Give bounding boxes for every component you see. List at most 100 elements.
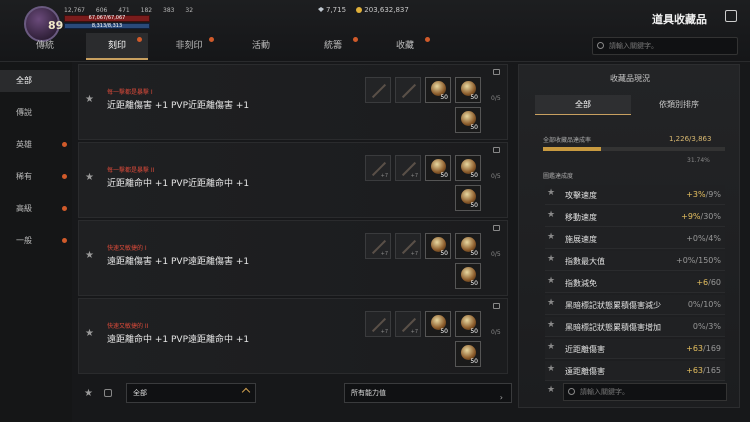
tab-label: 統籌 (323, 41, 342, 51)
item-slot[interactable]: +7 (365, 155, 391, 181)
sidebar-item-1[interactable]: 傳說 (0, 102, 70, 124)
stat-value: 471 (118, 7, 130, 14)
lock-icon[interactable] (493, 147, 500, 153)
material-slot[interactable]: 50 (425, 77, 451, 103)
lock-icon[interactable] (493, 69, 500, 75)
coin-icon (356, 7, 363, 13)
item-slot[interactable]: +7 (395, 155, 421, 181)
stat-max: /30% (700, 212, 721, 221)
collection-list: ★ 每一擊都是暴擊 I 近距離傷害 +1 PVP近距離傷害 +1 0/5 50 50 50 ★… (78, 64, 514, 376)
tab-3[interactable]: 活動 (230, 33, 292, 60)
star-icon[interactable]: ★ (84, 388, 93, 399)
sidebar-item-2[interactable]: 英雄 (0, 134, 70, 156)
enhance-level: +7 (380, 251, 388, 257)
stat-max: /4% (705, 234, 721, 243)
stat-row[interactable]: ★ 黑暗標記狀態累積傷害增加 0%/3% (545, 317, 725, 337)
grade-filter-select[interactable]: 全部 (126, 383, 256, 403)
sidebar-item-3[interactable]: 稀有 (0, 166, 70, 188)
stat-name: 施展速度 (565, 235, 597, 244)
star-icon[interactable]: ★ (547, 188, 555, 198)
stat-current: +0% (686, 234, 706, 243)
close-icon[interactable] (725, 10, 737, 22)
collection-card[interactable]: ★ 快速又敏捷的 II 遠距離命中 +1 PVP遠距離命中 +1 0/5 +7 +7 50 5… (78, 298, 508, 374)
search-input[interactable]: 請輸入關鍵字。 (592, 37, 738, 55)
lock-icon[interactable] (104, 389, 112, 397)
star-icon[interactable]: ★ (547, 385, 555, 395)
stat-max: /60 (708, 278, 721, 287)
panel-search-input[interactable]: 請輸入關鍵字。 (563, 383, 727, 401)
tab-4[interactable]: 統籌 (302, 33, 364, 60)
material-slot[interactable]: 50 (425, 233, 451, 259)
material-slot[interactable]: 50 (455, 341, 481, 367)
material-slot[interactable]: 50 (455, 263, 481, 289)
star-icon[interactable]: ★ (85, 172, 94, 183)
game-window: 89 12,767 606 471 182 383 32 67,067/67,0… (0, 0, 750, 422)
item-slot[interactable]: +7 (365, 311, 391, 337)
star-icon[interactable]: ★ (547, 364, 555, 374)
sidebar-item-5[interactable]: 一般 (0, 230, 70, 252)
star-icon[interactable]: ★ (85, 250, 94, 261)
item-slot[interactable]: +7 (395, 311, 421, 337)
stat-row[interactable]: ★ 指數最大值 +0%/150% (545, 251, 725, 271)
mp-bar: 8,313/8,313 (64, 23, 150, 29)
collection-effect: 近距離傷害 +1 PVP近距離傷害 +1 (107, 101, 250, 111)
tab-2[interactable]: 非刻印 (158, 33, 220, 60)
tab-0[interactable]: 傳統 (14, 33, 76, 60)
collection-card[interactable]: ★ 每一擊都是暴擊 I 近距離傷害 +1 PVP近距離傷害 +1 0/5 50 50 50 (78, 64, 508, 140)
tab-5[interactable]: 收藏 (374, 33, 436, 60)
stat-row[interactable]: ★ 黑暗標記狀態累積傷害減少 0%/10% (545, 295, 725, 315)
collection-subtitle: 快速又敏捷的 II (107, 323, 149, 330)
material-slot[interactable]: 50 (455, 155, 481, 181)
collection-count: 0/5 (491, 173, 501, 180)
star-icon[interactable]: ★ (85, 94, 94, 105)
star-icon[interactable]: ★ (547, 232, 555, 242)
star-icon[interactable]: ★ (547, 320, 555, 330)
item-slot[interactable]: +7 (365, 233, 391, 259)
stat-value: 0%/10% (688, 300, 721, 309)
material-slot[interactable]: 50 (455, 185, 481, 211)
stat-row[interactable]: ★ 攻擊速度 +3%/9% (545, 185, 725, 205)
stat-filter-button[interactable]: 所有能力值 › (344, 383, 512, 403)
tab-label: 非刻印 (175, 41, 203, 51)
star-icon[interactable]: ★ (547, 254, 555, 264)
material-slot[interactable]: 50 (425, 155, 451, 181)
star-icon[interactable]: ★ (85, 328, 94, 339)
tab-all[interactable]: 全部 (535, 95, 631, 115)
enhance-level: +7 (410, 329, 418, 335)
item-slot[interactable] (395, 77, 421, 103)
tab-by-category[interactable]: 依類別排序 (631, 95, 727, 115)
stat-value: 12,767 (64, 7, 85, 14)
stat-current: +9% (681, 212, 701, 221)
sidebar-item-4[interactable]: 高級 (0, 198, 70, 220)
star-icon[interactable]: ★ (547, 298, 555, 308)
search-placeholder: 請輸入關鍵字。 (580, 388, 629, 396)
material-slot[interactable]: 50 (425, 311, 451, 337)
material-slot[interactable]: 50 (455, 77, 481, 103)
lock-icon[interactable] (493, 303, 500, 309)
material-quantity: 50 (440, 94, 448, 101)
tab-1[interactable]: 刻印 (86, 33, 148, 60)
sidebar-item-label: 英雄 (16, 140, 32, 149)
star-icon[interactable]: ★ (547, 276, 555, 286)
material-slot[interactable]: 50 (455, 107, 481, 133)
stat-row[interactable]: ★ 施展速度 +0%/4% (545, 229, 725, 249)
collection-card[interactable]: ★ 每一擊都是暴擊 II 近距離命中 +1 PVP近距離命中 +1 0/5 +7 +7 50… (78, 142, 508, 218)
item-slot[interactable]: +7 (395, 233, 421, 259)
star-icon[interactable]: ★ (547, 342, 555, 352)
sidebar-item-0[interactable]: 全部 (0, 70, 70, 92)
item-slot[interactable] (365, 77, 391, 103)
star-icon[interactable]: ★ (547, 210, 555, 220)
stat-row[interactable]: ★ 遠距離傷害 +63/165 (545, 361, 725, 381)
material-quantity: 50 (470, 172, 478, 179)
material-quantity: 50 (470, 124, 478, 131)
collection-card[interactable]: ★ 快速又敏捷的 I 遠距離傷害 +1 PVP遠距離傷害 +1 0/5 +7 +7 50 50… (78, 220, 508, 296)
lock-icon[interactable] (493, 225, 500, 231)
rate-label: 全部收藏品達成率 (543, 137, 592, 144)
material-slot[interactable]: 50 (455, 311, 481, 337)
stat-row[interactable]: ★ 近距離傷害 +63/169 (545, 339, 725, 359)
currency-display: 7,715 203,632,837 (318, 6, 417, 14)
stat-row[interactable]: ★ 移動速度 +9%/30% (545, 207, 725, 227)
stat-max: /165 (703, 366, 721, 375)
stat-row[interactable]: ★ 指數減免 +6/60 (545, 273, 725, 293)
material-slot[interactable]: 50 (455, 233, 481, 259)
